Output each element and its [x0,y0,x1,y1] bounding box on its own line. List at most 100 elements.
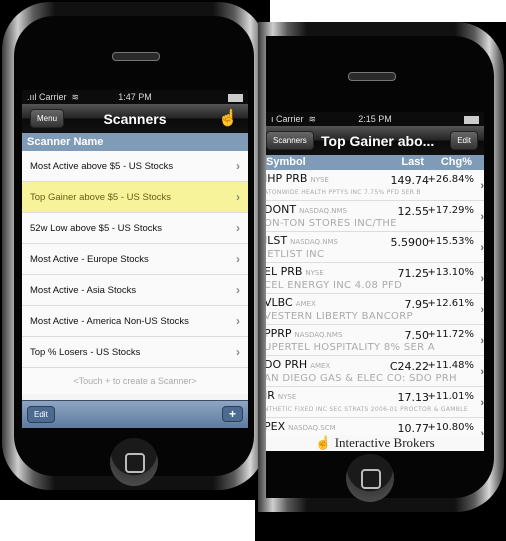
stock-change: +12.61% [427,298,474,309]
chevron-right-icon: › [480,211,484,223]
section-header: Scanner Name [22,133,248,151]
page-title: Top Gainer abo... [321,132,435,149]
stock-last: 17.13 [397,391,430,404]
stock-symbol: PPRP NASDAQ.NMS [266,327,343,340]
stock-row[interactable]: IHP PRB NYSE 149.74 +26.84% ATONWIDE HEALTH … [266,170,484,201]
scanner-item[interactable]: Top Gainer above $5 - US Stocks › [22,182,248,213]
chevron-right-icon: › [480,397,484,409]
stock-change: +26.84% [427,174,474,185]
brand-footer: ☝ Interactive Brokers [266,435,484,451]
chevron-right-icon: › [480,180,484,192]
stock-exchange: AMEX [295,300,316,308]
status-time: 1:47 PM [118,92,152,102]
stock-change: +15.53% [427,236,474,247]
scanner-item[interactable]: Most Active - Asia Stocks › [22,275,248,306]
right-screen: ı Carrier ≋ 2:15 PM Scanners Top Gainer … [266,112,484,451]
scanner-item[interactable]: 52w Low above $5 - US Stocks › [22,213,248,244]
scanner-label: Top Gainer above $5 - US Stocks [30,191,171,203]
stock-symbol: IHP PRB NYSE [266,172,329,185]
stock-row[interactable]: JRNYSE 17.13+11.01% NTHETIC FIXED INC SEC … [266,387,484,418]
company-name: UPERTEL HOSPITALITY 8% SER A [266,342,435,353]
add-scanner-button[interactable]: + [221,406,243,422]
interactive-brokers-logo-icon: ☝ [315,435,332,450]
scanner-label: Most Active above $5 - US Stocks [30,160,174,172]
company-name: VESTERN LIBERTY BANCORP [266,311,413,322]
scanner-item[interactable]: Top % Losers - US Stocks › [22,337,248,368]
scanner-label: Most Active - Asia Stocks [30,284,137,296]
stock-last: 12.55 [397,205,430,218]
chevron-right-icon: › [480,366,484,378]
speaker [348,72,396,81]
company-name: AN DIEGO GAS & ELEC CO: SDO PRH [266,373,457,384]
stock-change: +13.10% [427,267,474,278]
scanners-back-button[interactable]: Scanners [266,131,314,150]
stock-last: 71.25 [397,267,430,280]
company-name: ON-TON STORES INC/THE [266,218,397,229]
stock-row[interactable]: DO PRH AMEX C24.22 +11.48% AN DIEGO GAS & EL… [266,356,484,387]
stock-last: 10.77 [397,422,430,435]
scanner-label: Most Active - America Non-US Stocks [30,315,189,327]
scanner-label: Most Active - Europe Stocks [30,253,149,265]
stock-symbol: PEX NASDAQ.SCM [266,420,336,433]
stock-last: 5.5900 [390,236,430,249]
scanner-label: Top % Losers - US Stocks [30,346,141,358]
stock-exchange: AMEX [310,362,331,370]
stock-change: +17.29% [427,205,474,216]
home-square-icon [125,453,145,473]
home-button[interactable] [346,454,394,502]
company-name: CEL ENERGY INC 4.08 PFD [266,280,403,291]
stock-change: +11.72% [427,329,474,340]
speaker [112,52,160,61]
status-time: 2:15 PM [358,114,392,124]
company-name: ATONWIDE HEALTH PPTYS INC 7.75% PFD SER … [266,189,421,196]
chevron-right-icon: › [236,190,240,204]
bottom-toolbar: Edit + [22,400,248,428]
company-name: NTHETIC FIXED INC SEC STRATS 2006-01 PRO… [266,406,468,413]
stock-last: C24.22 [389,360,429,373]
stock-row[interactable]: ILST NASDAQ.NMS 5.5900 +15.53% IETLIST INC › [266,232,484,263]
chevron-right-icon: › [236,345,240,359]
scanner-item[interactable]: Most Active above $5 - US Stocks › [22,151,248,182]
column-symbol[interactable]: Symbol [266,156,306,168]
chevron-right-icon: › [236,221,240,235]
home-square-icon [361,469,381,489]
scanner-item[interactable]: Most Active - Europe Stocks › [22,244,248,275]
stock-row[interactable]: EL PRB NYSE 71.25 +13.10% CEL ENERGY INC 4.0… [266,263,484,294]
stock-change: +10.80% [427,422,474,433]
stock-row[interactable]: PPRP NASDAQ.NMS 7.50 +11.72% UPERTEL HOSPITA… [266,325,484,356]
chevron-right-icon: › [480,273,484,285]
stock-last: 7.95 [404,298,430,311]
stock-last: 149.74 [390,174,430,187]
stock-symbol: JRNYSE [266,389,297,402]
column-last[interactable]: Last [401,156,424,168]
chevron-right-icon: › [236,283,240,297]
stock-symbol: DO PRH AMEX [266,358,331,371]
company-name: IETLIST INC [266,249,325,260]
battery-icon [464,116,479,124]
stock-row[interactable]: VLBC AMEX 7.95 +12.61% VESTERN LIBERTY BANCO… [266,294,484,325]
home-button[interactable] [110,438,158,486]
edit-button[interactable]: Edit [27,406,55,423]
stock-exchange: NYSE [277,393,297,401]
stock-symbol: DONT NASDAQ.NMS [266,203,347,216]
stock-symbol: VLBC AMEX [266,296,316,309]
stock-last: 7.50 [404,329,430,342]
table-header: Symbol Last Chg% [266,155,484,170]
column-chg[interactable]: Chg% [441,156,472,168]
interactive-brokers-logo-icon: ☝ [218,110,238,127]
chevron-right-icon: › [236,252,240,266]
chevron-right-icon: › [480,242,484,254]
chevron-right-icon: › [480,304,484,316]
stock-exchange: NASDAQ.NMS [299,207,347,215]
stock-list: IHP PRB NYSE 149.74 +26.84% ATONWIDE HEALTH … [266,170,484,449]
stock-change: +11.48% [427,360,474,371]
stock-row[interactable]: DONT NASDAQ.NMS 12.55 +17.29% ON-TON STORES … [266,201,484,232]
chevron-right-icon: › [480,335,484,347]
edit-button[interactable]: Edit [450,131,478,150]
stock-exchange: NYSE [305,269,324,277]
stock-exchange: NASDAQ.NMS [290,238,338,246]
stock-exchange: NYSE [310,176,329,184]
scanner-label: 52w Low above $5 - US Stocks [30,222,163,234]
scanner-list: Most Active above $5 - US Stocks › Top Gai… [22,151,248,368]
scanner-item[interactable]: Most Active - America Non-US Stocks › [22,306,248,337]
